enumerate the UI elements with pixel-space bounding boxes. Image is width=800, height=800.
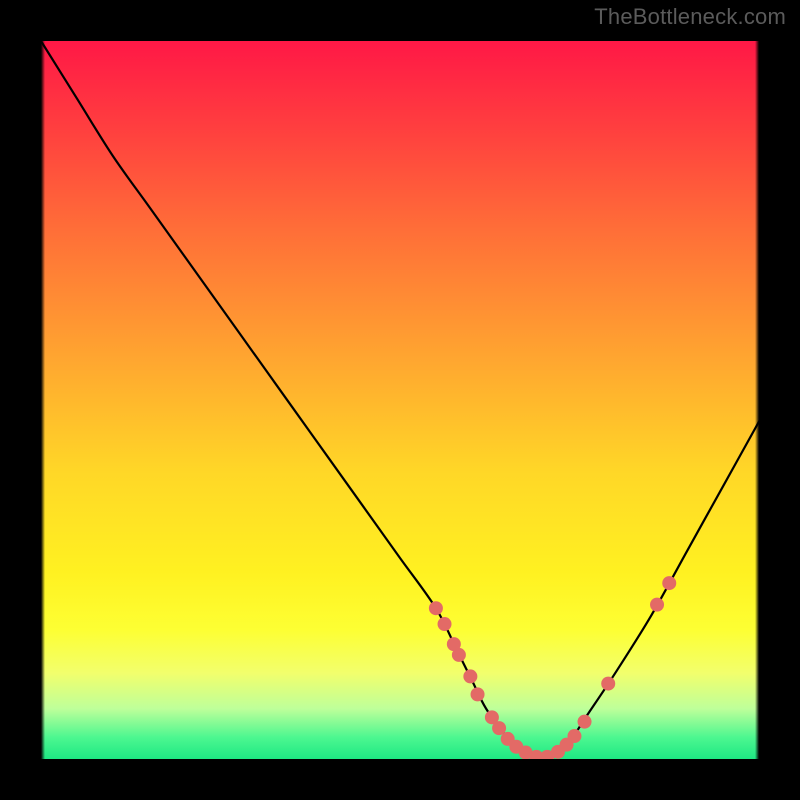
data-marker [429,601,443,615]
data-marker [438,617,452,631]
watermark-text: TheBottleneck.com [594,4,786,30]
plot-area [41,41,759,759]
bottleneck-curve [41,41,759,759]
data-marker [463,669,477,683]
data-marker [452,648,466,662]
data-marker [601,677,615,691]
data-marker [650,598,664,612]
data-marker [662,576,676,590]
chart-frame [16,16,784,784]
curve-layer [41,41,759,759]
data-marker [578,715,592,729]
data-marker [567,729,581,743]
data-marker [471,687,485,701]
